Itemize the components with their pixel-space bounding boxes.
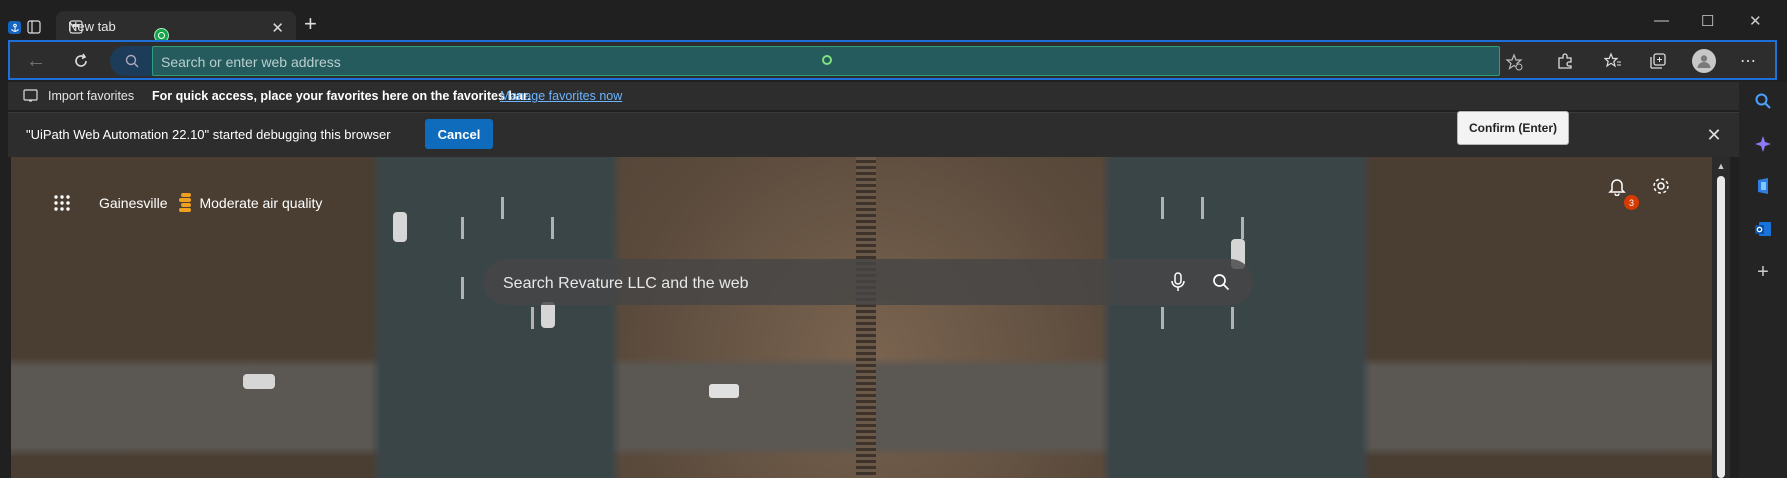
address-input[interactable] xyxy=(159,51,1463,73)
cancel-button[interactable]: Cancel xyxy=(425,119,493,149)
tab-new-tab[interactable]: New tab ✕ xyxy=(56,11,296,42)
sidebar-toggle-icon[interactable] xyxy=(26,19,42,35)
car xyxy=(709,384,739,398)
web-search-box[interactable] xyxy=(483,259,1253,305)
road-marking xyxy=(461,217,464,239)
extensions-icon[interactable] xyxy=(1555,51,1575,71)
road-marking xyxy=(1161,197,1164,219)
copilot-icon[interactable] xyxy=(1753,134,1773,154)
import-favorites-icon xyxy=(23,88,39,104)
bell-icon[interactable] xyxy=(1605,174,1629,198)
web-search-input[interactable] xyxy=(501,272,1105,296)
road-marking xyxy=(1161,307,1164,329)
weather-bar: Gainesville Moderate air quality xyxy=(51,192,322,214)
profile-icon[interactable] xyxy=(1692,49,1716,73)
collections-icon[interactable] xyxy=(1648,51,1668,71)
newtab-background: Gainesville Moderate air quality xyxy=(11,157,1712,478)
maximize-icon[interactable]: ☐ xyxy=(1701,12,1714,30)
outlook-icon[interactable] xyxy=(1753,219,1773,239)
manage-favorites-link[interactable]: Manage favorites now xyxy=(500,89,622,103)
sidebar-search-icon[interactable] xyxy=(1753,91,1773,111)
air-quality-icon xyxy=(177,192,195,214)
refresh-icon[interactable] xyxy=(71,51,91,71)
car xyxy=(243,374,275,389)
railway-track xyxy=(856,157,876,478)
debug-message: "UiPath Web Automation 22.10" started de… xyxy=(26,127,391,142)
notification-count-badge: 3 xyxy=(1624,195,1639,210)
title-bar: New tab ✕ + — ☐ ✕ xyxy=(0,0,1787,43)
plus-icon[interactable]: + xyxy=(304,13,317,35)
car xyxy=(541,302,555,328)
address-bar[interactable] xyxy=(152,46,1500,76)
mic-icon[interactable] xyxy=(1167,271,1189,293)
location-label[interactable]: Gainesville xyxy=(99,195,167,211)
air-quality-label[interactable]: Moderate air quality xyxy=(199,195,322,211)
import-favorites-button[interactable]: Import favorites xyxy=(48,89,134,103)
search-submit-icon[interactable] xyxy=(1210,271,1232,293)
road-marking xyxy=(1231,307,1234,329)
road-marking xyxy=(531,307,534,329)
confirm-tooltip: Confirm (Enter) xyxy=(1457,111,1569,145)
favorite-add-icon[interactable] xyxy=(1504,52,1524,72)
uipath-anchor-icon xyxy=(8,21,21,34)
favorites-bar: Import favorites For quick access, place… xyxy=(8,82,1739,110)
edge-sidebar: + xyxy=(1739,82,1787,478)
close-window-icon[interactable]: ✕ xyxy=(1749,12,1762,30)
road-marking xyxy=(551,217,554,239)
uipath-selection-dot-icon xyxy=(822,55,832,65)
gear-icon[interactable] xyxy=(1649,174,1673,198)
back-icon[interactable]: ← xyxy=(26,50,46,72)
search-icon xyxy=(124,53,140,69)
road-marking xyxy=(461,277,464,299)
road-marking xyxy=(501,197,504,219)
road-marking xyxy=(1201,197,1204,219)
office-icon[interactable] xyxy=(1753,176,1773,196)
more-icon[interactable]: ⋯ xyxy=(1738,51,1758,71)
new-tab-page-icon xyxy=(68,19,84,35)
sidebar-add-icon[interactable]: + xyxy=(1753,261,1773,283)
scroll-up-icon[interactable]: ▲ xyxy=(1714,160,1728,172)
car xyxy=(393,212,407,242)
road-marking xyxy=(1241,217,1244,239)
favorites-hint: For quick access, place your favorites h… xyxy=(152,89,531,103)
close-notification-icon[interactable]: ✕ xyxy=(1704,125,1724,145)
apps-grid-icon[interactable] xyxy=(51,192,73,214)
minimize-icon[interactable]: — xyxy=(1654,12,1669,29)
scrollbar-thumb[interactable] xyxy=(1717,176,1725,478)
favorites-icon[interactable] xyxy=(1603,51,1623,71)
close-icon[interactable]: ✕ xyxy=(271,19,284,37)
